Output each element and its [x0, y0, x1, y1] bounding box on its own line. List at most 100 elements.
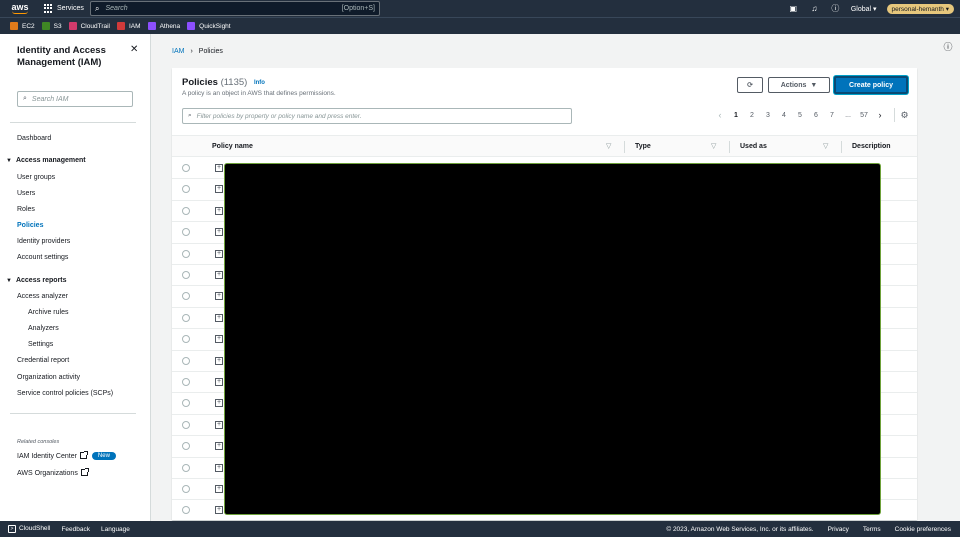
favorite-athena[interactable]: Athena	[147, 22, 180, 30]
expand-icon[interactable]: +	[215, 420, 223, 429]
page-6[interactable]: 6	[808, 112, 824, 119]
chevron-left-icon[interactable]: ‹	[712, 110, 728, 120]
section-access-management[interactable]: ▼ Access management	[6, 157, 86, 164]
row-select-radio[interactable]	[182, 271, 190, 279]
section-access-reports[interactable]: ▼ Access reports	[6, 277, 67, 284]
services-menu-button[interactable]: Services	[40, 0, 92, 17]
expand-icon[interactable]: +	[215, 206, 223, 215]
sort-icon[interactable]: ▽	[606, 142, 611, 150]
row-select-radio[interactable]	[182, 335, 190, 344]
actions-button[interactable]: Actions ▼	[768, 77, 830, 93]
row-select-radio[interactable]	[182, 164, 190, 172]
expand-icon[interactable]: +	[215, 271, 223, 279]
page-1[interactable]: 1	[728, 112, 744, 119]
expand-icon[interactable]: +	[215, 506, 223, 515]
row-select-radio[interactable]	[182, 356, 190, 365]
page-4[interactable]: 4	[776, 112, 792, 119]
row-select-radio[interactable]	[182, 378, 190, 386]
sidebar-item-organization-activity[interactable]: Organization activity	[17, 374, 80, 381]
sidebar-item-access-analyzer[interactable]: Access analyzer	[17, 293, 68, 300]
breadcrumb-iam[interactable]: IAM	[172, 48, 184, 55]
sort-icon[interactable]: ▽	[711, 142, 716, 150]
expand-icon[interactable]: +	[215, 249, 223, 258]
page-2[interactable]: 2	[744, 112, 760, 119]
row-select-radio[interactable]	[182, 228, 190, 237]
info-panel-icon[interactable]: ⓘ	[940, 38, 956, 54]
page-3[interactable]: 3	[760, 112, 776, 119]
terms-link[interactable]: Terms	[863, 526, 881, 533]
global-search-input[interactable]: ⌕ Search [Option+S]	[90, 1, 380, 16]
sidebar-item-archive-rules[interactable]: Archive rules	[28, 309, 68, 316]
expand-icon[interactable]: +	[215, 485, 223, 493]
sidebar-item-scps[interactable]: Service control policies (SCPs)	[17, 390, 113, 397]
refresh-button[interactable]: ⟳	[737, 77, 763, 93]
column-divider[interactable]	[624, 141, 625, 153]
bell-icon[interactable]: ♫	[809, 3, 820, 14]
sidebar-item-policies[interactable]: Policies	[17, 222, 43, 229]
close-icon[interactable]: ✕	[130, 44, 138, 55]
column-policy-name[interactable]: Policy name	[212, 143, 253, 150]
favorite-cloudtrail[interactable]: CloudTrail	[68, 22, 110, 30]
expand-icon[interactable]: +	[215, 463, 223, 472]
row-select-radio[interactable]	[182, 463, 190, 472]
expand-icon[interactable]: +	[215, 292, 223, 301]
filter-input[interactable]: ⌕ Filter policies by property or policy …	[182, 108, 572, 124]
row-select-radio[interactable]	[182, 249, 190, 258]
row-select-radio[interactable]	[182, 485, 190, 493]
privacy-link[interactable]: Privacy	[828, 526, 849, 533]
sidebar-item-account-settings[interactable]: Account settings	[17, 254, 68, 261]
favorite-s3[interactable]: S3	[41, 22, 62, 30]
expand-icon[interactable]: +	[215, 399, 223, 408]
sidebar-item-identity-providers[interactable]: Identity providers	[17, 238, 70, 245]
expand-icon[interactable]: +	[215, 313, 223, 322]
favorite-ec2[interactable]: EC2	[10, 22, 35, 30]
region-selector[interactable]: Global ▾	[851, 5, 877, 13]
sidebar-item-analyzers[interactable]: Analyzers	[28, 325, 59, 332]
sidebar-item-credential-report[interactable]: Credential report	[17, 357, 69, 364]
sidebar-item-organizations[interactable]: AWS Organizations	[17, 468, 89, 477]
expand-icon[interactable]: +	[215, 356, 223, 365]
column-divider[interactable]	[841, 141, 842, 153]
favorite-quicksight[interactable]: QuickSight	[187, 22, 231, 30]
aws-logo[interactable]: aws	[0, 0, 40, 17]
page-57[interactable]: 57	[856, 112, 872, 119]
expand-icon[interactable]: +	[215, 164, 223, 172]
sidebar-item-roles[interactable]: Roles	[17, 206, 35, 213]
sidebar-item-user-groups[interactable]: User groups	[17, 174, 55, 181]
column-type[interactable]: Type	[635, 143, 651, 150]
row-select-radio[interactable]	[182, 185, 190, 194]
cookie-preferences-link[interactable]: Cookie preferences	[895, 526, 951, 533]
expand-icon[interactable]: +	[215, 185, 223, 194]
expand-icon[interactable]: +	[215, 228, 223, 237]
column-description[interactable]: Description	[852, 143, 891, 150]
row-select-radio[interactable]	[182, 420, 190, 429]
expand-icon[interactable]: +	[215, 442, 223, 451]
sidebar-item-dashboard[interactable]: Dashboard	[17, 135, 51, 142]
column-divider[interactable]	[729, 141, 730, 153]
sidebar-item-identity-center[interactable]: IAM Identity Center New	[17, 451, 116, 460]
row-select-radio[interactable]	[182, 442, 190, 451]
sort-icon[interactable]: ▽	[823, 142, 828, 150]
page-7[interactable]: 7	[824, 112, 840, 119]
expand-icon[interactable]: +	[215, 335, 223, 344]
sidebar-item-users[interactable]: Users	[17, 190, 35, 197]
row-select-radio[interactable]	[182, 292, 190, 301]
chevron-right-icon[interactable]: ›	[872, 110, 888, 120]
account-menu[interactable]: personal-hemanth ▾	[886, 3, 954, 14]
row-select-radio[interactable]	[182, 313, 190, 322]
column-used-as[interactable]: Used as	[740, 143, 767, 150]
info-link[interactable]: Info	[254, 80, 265, 86]
row-select-radio[interactable]	[182, 506, 190, 515]
favorite-iam[interactable]: IAM	[117, 22, 141, 30]
create-policy-button[interactable]: Create policy	[834, 76, 908, 94]
feedback-link[interactable]: Feedback	[61, 526, 90, 533]
gear-icon[interactable]: ⚙	[894, 108, 909, 122]
expand-icon[interactable]: +	[215, 378, 223, 386]
cloudshell-icon[interactable]: ▣	[788, 3, 799, 14]
page-5[interactable]: 5	[792, 112, 808, 119]
sidebar-search-input[interactable]: ⌕ Search IAM	[17, 91, 133, 107]
language-link[interactable]: Language	[101, 526, 130, 533]
sidebar-item-settings[interactable]: Settings	[28, 341, 53, 348]
help-icon[interactable]: ⓘ	[830, 3, 841, 14]
cloudshell-button[interactable]: > CloudShell	[8, 525, 50, 533]
